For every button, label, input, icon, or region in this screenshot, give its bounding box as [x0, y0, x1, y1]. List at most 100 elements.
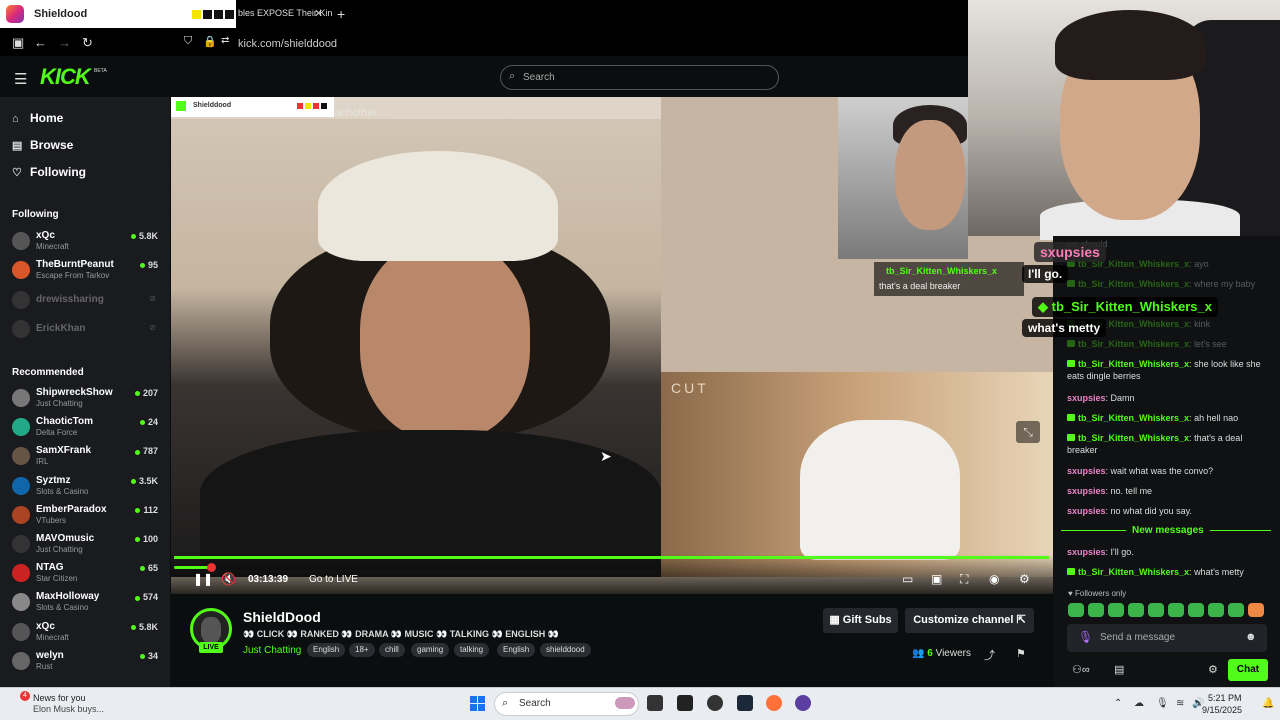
- recommended-channel[interactable]: MAVOmusic Just Chatting 100: [12, 531, 162, 557]
- theater-mode-icon[interactable]: ▣: [931, 572, 942, 586]
- shield-icon[interactable]: ⛉: [184, 35, 192, 48]
- chat-username[interactable]: tb_Sir_Kitten_Whiskers_x: [1078, 433, 1189, 443]
- tag[interactable]: English: [497, 643, 536, 657]
- mute-icon[interactable]: 🔇: [221, 572, 236, 586]
- mic-icon[interactable]: 🎙: [1078, 630, 1093, 644]
- clip-icon[interactable]: ▭: [902, 572, 913, 586]
- chat-username[interactable]: tb_Sir_Kitten_Whiskers_x: [1078, 339, 1189, 349]
- chat-send-button[interactable]: Chat: [1228, 659, 1268, 681]
- news-widget-headline[interactable]: Elon Musk buys...: [33, 704, 104, 714]
- clock-time[interactable]: 5:21 PM: [1208, 693, 1242, 703]
- tag[interactable]: 18+: [349, 643, 375, 657]
- following-channel-offline[interactable]: ErickKhan ⊘: [12, 316, 162, 342]
- epic-games-icon[interactable]: [677, 695, 693, 711]
- chat-username[interactable]: tb_Sir_Kitten_Whiskers_x: [1078, 413, 1189, 423]
- tag[interactable]: English: [307, 643, 346, 657]
- close-tab-icon[interactable]: ✕: [314, 7, 323, 20]
- chat-users-icon[interactable]: ⚇∞: [1072, 663, 1090, 676]
- pip-icon[interactable]: ◉: [989, 572, 999, 586]
- notifications-icon[interactable]: 🔔: [1262, 698, 1274, 709]
- steam-icon[interactable]: [737, 695, 753, 711]
- recommended-channel[interactable]: ShipwreckShow Just Chatting 207: [12, 385, 162, 411]
- recommended-channel[interactable]: xQc Minecraft 5.8K: [12, 619, 162, 645]
- chat-input[interactable]: Send a message: [1067, 624, 1267, 652]
- recommended-channel[interactable]: ChaoticTom Delta Force 24: [12, 414, 162, 440]
- firefox-icon[interactable]: [766, 695, 782, 711]
- search-input[interactable]: Search: [500, 65, 779, 90]
- following-channel[interactable]: TheBurntPeanut Escape From Tarkov 95: [12, 257, 162, 283]
- tag[interactable]: shielddood: [540, 643, 591, 657]
- lock-icon[interactable]: 🔒: [203, 35, 217, 48]
- chat-settings-gear-icon[interactable]: ⚙: [1208, 663, 1218, 676]
- progress-track[interactable]: [174, 556, 1049, 559]
- go-to-live-button[interactable]: Go to LIVE: [309, 574, 358, 585]
- settings-gear-icon[interactable]: ⚙: [1019, 572, 1030, 586]
- expand-icon[interactable]: ⤡: [1016, 421, 1040, 443]
- forward-icon[interactable]: →: [58, 35, 71, 50]
- sidebar-item-browse[interactable]: ▤ Browse: [12, 138, 73, 152]
- mic-tray-icon[interactable]: 🎙: [1156, 698, 1169, 709]
- url-field[interactable]: kick.com/shielddood: [238, 38, 337, 50]
- obs-icon[interactable]: [707, 695, 723, 711]
- kick-logo[interactable]: KICK: [40, 64, 91, 90]
- gift-subs-button[interactable]: ▦ Gift Subs: [823, 608, 898, 633]
- emoji-icon[interactable]: ☻: [1245, 631, 1257, 643]
- back-icon[interactable]: ←: [34, 35, 47, 50]
- tag[interactable]: chill: [379, 643, 405, 657]
- new-tab-icon[interactable]: +: [337, 6, 345, 22]
- emote[interactable]: [1208, 603, 1224, 617]
- tag[interactable]: gaming: [411, 643, 450, 657]
- recommended-channel[interactable]: MaxHolloway Slots & Casino 574: [12, 589, 162, 615]
- cloud-icon[interactable]: ☁: [1134, 698, 1144, 709]
- progress-handle[interactable]: [207, 563, 216, 572]
- menu-icon[interactable]: ☰: [14, 70, 27, 88]
- sidebar-item-home[interactable]: ⌂ Home: [12, 111, 63, 125]
- chat-username[interactable]: sxupsies: [1067, 506, 1106, 516]
- chat-username[interactable]: tb_Sir_Kitten_Whiskers_x: [1078, 567, 1189, 577]
- app-icon[interactable]: [795, 695, 811, 711]
- recommended-channel[interactable]: EmberParadox VTubers 112: [12, 502, 162, 528]
- browser-tab-active[interactable]: Shieldood: [0, 0, 236, 28]
- chat-username[interactable]: sxupsies: [1067, 547, 1106, 557]
- chat-store-icon[interactable]: ▤: [1114, 663, 1124, 676]
- copilot-icon[interactable]: [615, 697, 635, 709]
- reload-icon[interactable]: ↻: [82, 35, 93, 51]
- emote[interactable]: [1068, 603, 1084, 617]
- progress-bar[interactable]: [174, 566, 209, 569]
- chat-username[interactable]: sxupsies: [1067, 466, 1106, 476]
- clock-date[interactable]: 9/15/2025: [1202, 705, 1242, 715]
- recommended-channel[interactable]: welyn Rust 34: [12, 648, 162, 674]
- site-info-icon[interactable]: ⇄: [221, 35, 229, 46]
- windows-start-icon[interactable]: [470, 696, 485, 711]
- sidebar-toggle-icon[interactable]: ▣: [12, 35, 24, 51]
- pause-icon[interactable]: ❚❚: [193, 572, 213, 586]
- recommended-channel[interactable]: NTAG Star Citizen 65: [12, 560, 162, 586]
- tag[interactable]: talking: [454, 643, 490, 657]
- emote[interactable]: [1108, 603, 1124, 617]
- emote[interactable]: [1088, 603, 1104, 617]
- share-icon[interactable]: ⤴: [984, 647, 995, 663]
- emote[interactable]: [1148, 603, 1164, 617]
- wifi-icon[interactable]: ≋: [1176, 698, 1184, 709]
- chat-username[interactable]: tb_Sir_Kitten_Whiskers_x: [1078, 279, 1189, 289]
- tray-overflow-icon[interactable]: ⌃: [1114, 698, 1122, 709]
- news-widget-title[interactable]: News for you: [33, 693, 86, 703]
- recommended-channel[interactable]: SamXFrank IRL 787: [12, 443, 162, 469]
- customize-channel-button[interactable]: Customize channel ⇱: [905, 608, 1034, 633]
- emote[interactable]: [1248, 603, 1264, 617]
- task-view-icon[interactable]: [647, 695, 663, 711]
- emote[interactable]: [1228, 603, 1244, 617]
- chat-username[interactable]: sxupsies: [1067, 393, 1106, 403]
- emote[interactable]: [1128, 603, 1144, 617]
- mod-icon[interactable]: ⚑: [1016, 647, 1026, 660]
- sidebar-item-following[interactable]: ♡ Following: [12, 165, 86, 179]
- chat-username[interactable]: tb_Sir_Kitten_Whiskers_x: [1078, 359, 1189, 369]
- fullscreen-icon[interactable]: ⛶: [960, 572, 968, 587]
- following-channel[interactable]: xQc Minecraft 5.8K: [12, 228, 162, 254]
- stream-category[interactable]: Just Chatting: [243, 645, 301, 656]
- recommended-channel[interactable]: Syztmz Slots & Casino 3.5K: [12, 473, 162, 499]
- chat-username[interactable]: sxupsies: [1067, 486, 1106, 496]
- channel-name[interactable]: ShieldDood: [243, 609, 321, 625]
- following-channel-offline[interactable]: drewissharing ⊘: [12, 287, 162, 313]
- emote[interactable]: [1168, 603, 1184, 617]
